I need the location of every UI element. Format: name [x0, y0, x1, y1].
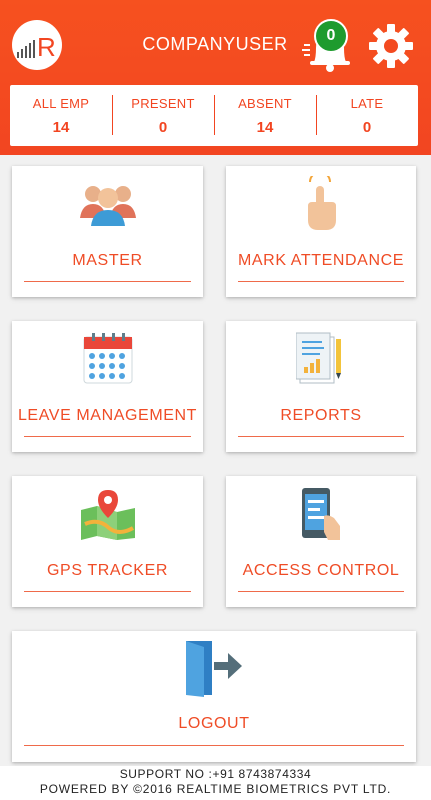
logout-label: LOGOUT	[178, 715, 250, 732]
divider	[238, 436, 404, 437]
footer: SUPPORT NO :+91 8743874334 POWERED BY ©2…	[0, 766, 431, 800]
phone-access-icon	[302, 488, 340, 540]
divider	[238, 281, 404, 282]
app-logo: R	[12, 20, 62, 70]
report-document-icon	[296, 332, 341, 384]
mark-attendance-label: MARK ATTENDANCE	[237, 252, 405, 269]
access-control-card[interactable]: ACCESS CONTROL	[226, 476, 416, 607]
stat-label: LATE	[350, 95, 384, 111]
map-pin-icon	[80, 490, 135, 540]
users-group-icon	[79, 186, 136, 226]
divider	[24, 745, 404, 746]
gps-tracker-label: GPS TRACKER	[47, 562, 168, 579]
powered-by: POWERED BY ©2016 REALTIME BIOMETRICS PVT…	[39, 782, 392, 796]
divider	[24, 281, 191, 282]
attendance-summary: ALL EMP 14 PRESENT 0 ABSENT 14 LATE 0	[10, 85, 418, 146]
app-header: R COMPANYUSER 0 ALL EMP 14 PRESENT 0 ABS…	[0, 0, 431, 155]
hand-tap-icon	[308, 176, 336, 230]
leave-management-card[interactable]: LEAVE MANAGEMENT	[12, 321, 203, 452]
mark-attendance-card[interactable]: MARK ATTENDANCE	[226, 166, 416, 297]
leave-management-label: LEAVE MANAGEMENT	[17, 407, 198, 424]
page-title: COMPANYUSER	[142, 34, 288, 54]
reports-label: REPORTS	[280, 407, 362, 424]
master-card[interactable]: MASTER	[12, 166, 203, 297]
logout-door-icon	[186, 641, 242, 697]
gps-tracker-card[interactable]: GPS TRACKER	[12, 476, 203, 607]
divider	[24, 591, 191, 592]
calendar-icon	[83, 333, 132, 384]
stat-present[interactable]: PRESENT 0	[112, 85, 214, 146]
stat-label: ALL EMP	[32, 95, 90, 111]
gear-icon[interactable]	[367, 22, 415, 70]
logout-card[interactable]: LOGOUT	[12, 631, 416, 762]
notification-badge[interactable]: 0	[314, 19, 348, 53]
master-label: MASTER	[72, 252, 143, 269]
svg-text:R: R	[37, 32, 56, 60]
stat-late[interactable]: LATE 0	[316, 85, 418, 146]
access-control-label: ACCESS CONTROL	[242, 562, 400, 579]
stat-value: 14	[256, 118, 274, 136]
stat-label: PRESENT	[131, 95, 195, 111]
stat-value: 0	[362, 118, 372, 136]
stat-value: 14	[52, 118, 70, 136]
support-number[interactable]: SUPPORT NO :+91 8743874334	[0, 766, 431, 781]
stat-label: ABSENT	[238, 95, 292, 111]
stat-value: 0	[158, 118, 168, 136]
stat-all-emp[interactable]: ALL EMP 14	[10, 85, 112, 146]
reports-card[interactable]: REPORTS	[226, 321, 416, 452]
divider	[24, 436, 191, 437]
divider	[238, 591, 404, 592]
stat-absent[interactable]: ABSENT 14	[214, 85, 316, 146]
